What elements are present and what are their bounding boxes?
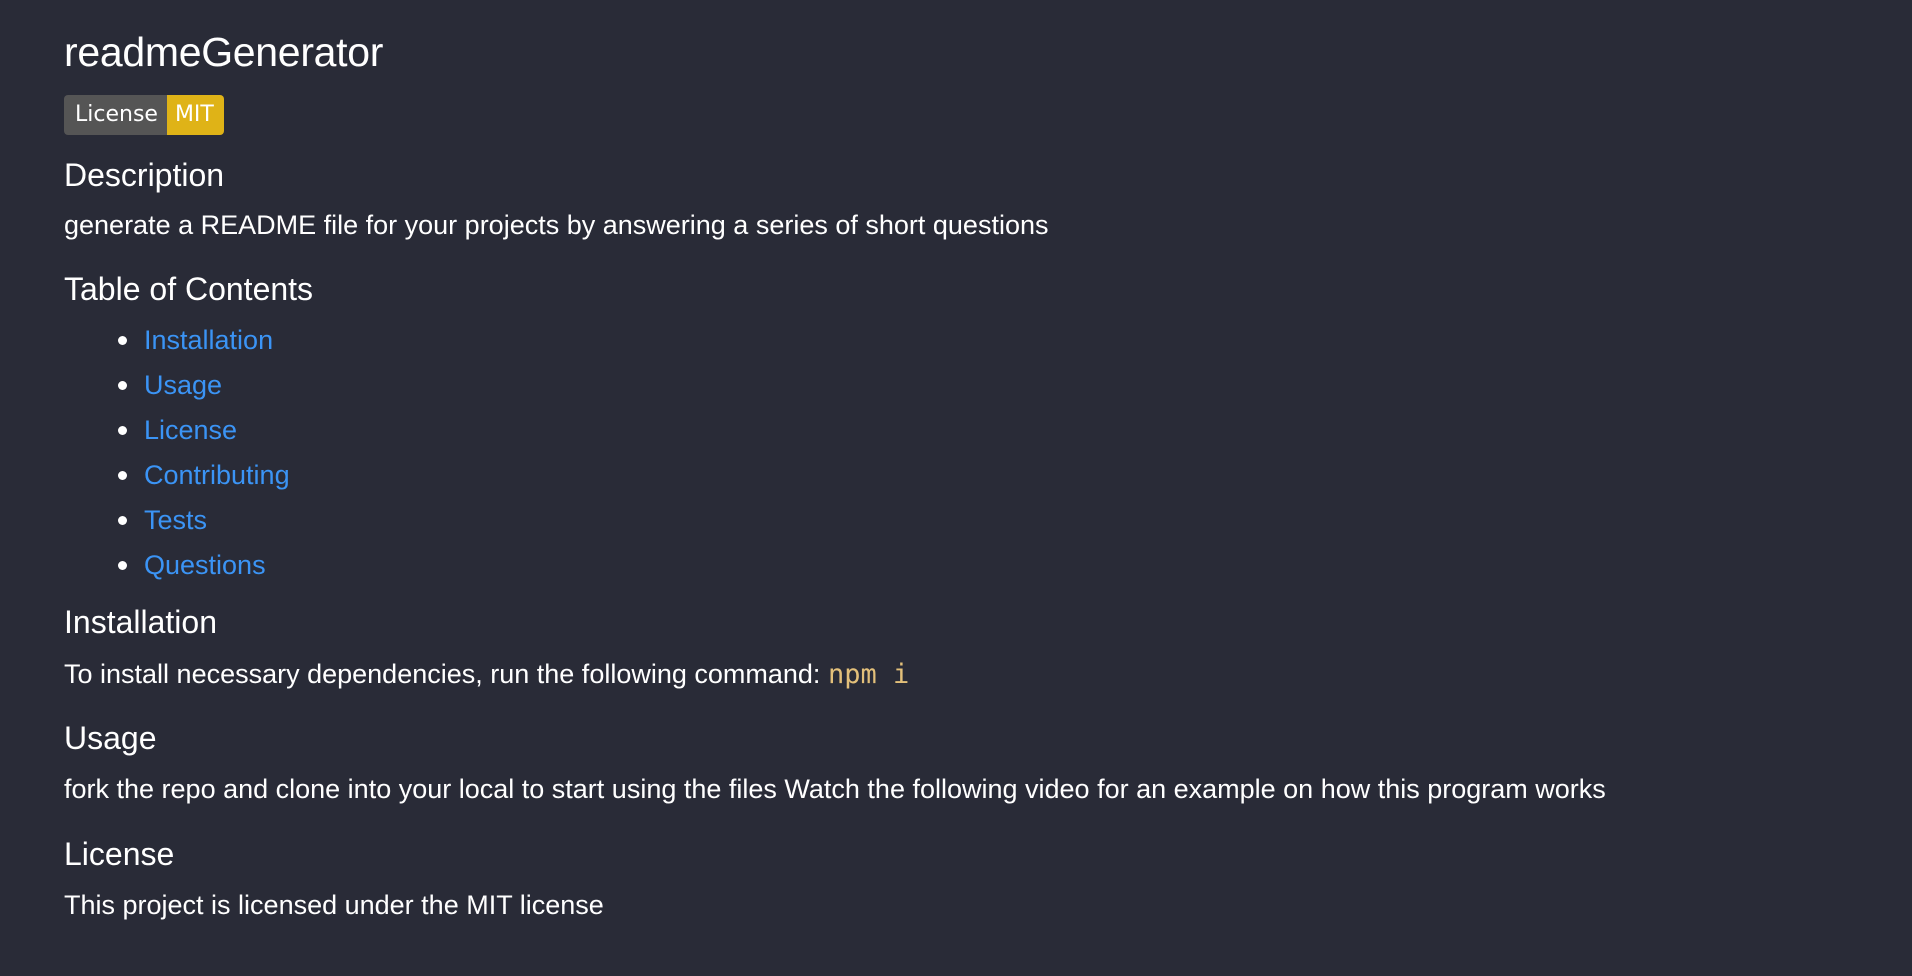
- toc-item-questions: Questions: [118, 549, 1912, 594]
- toc-heading: Table of Contents: [64, 271, 314, 307]
- usage-heading: Usage: [64, 720, 157, 756]
- usage-text: fork the repo and clone into your local …: [64, 774, 1606, 804]
- description-heading: Description: [64, 157, 225, 193]
- toc-link-license[interactable]: License: [144, 415, 237, 445]
- installation-text: To install necessary dependencies, run t…: [64, 658, 1912, 691]
- description-text: generate a README file for your projects…: [64, 210, 1049, 240]
- readme-page: readmeGenerator License MIT Description …: [0, 0, 1912, 976]
- toc-item-usage: Usage: [118, 369, 1912, 414]
- installation-command: npm i: [827, 659, 910, 690]
- toc-link-contributing[interactable]: Contributing: [144, 460, 290, 490]
- license-badge: License MIT: [64, 95, 224, 135]
- toc-list: Installation Usage License Contributing …: [64, 324, 1912, 594]
- toc-item-contributing: Contributing: [118, 459, 1912, 504]
- license-badge-value: MIT: [166, 95, 224, 135]
- installation-heading: Installation: [64, 604, 217, 640]
- installation-text-body: To install necessary dependencies, run t…: [64, 659, 828, 689]
- toc-item-installation: Installation: [118, 324, 1912, 369]
- toc-link-questions[interactable]: Questions: [144, 550, 266, 580]
- license-text: This project is licensed under the MIT l…: [64, 890, 604, 920]
- license-badge-label: License: [64, 95, 167, 135]
- toc-link-installation[interactable]: Installation: [144, 325, 273, 355]
- page-title: readmeGenerator: [64, 29, 384, 75]
- toc-link-tests[interactable]: Tests: [144, 505, 207, 535]
- toc-item-tests: Tests: [118, 504, 1912, 549]
- toc-item-license: License: [118, 414, 1912, 459]
- license-heading: License: [64, 836, 175, 872]
- toc-link-usage[interactable]: Usage: [144, 370, 222, 400]
